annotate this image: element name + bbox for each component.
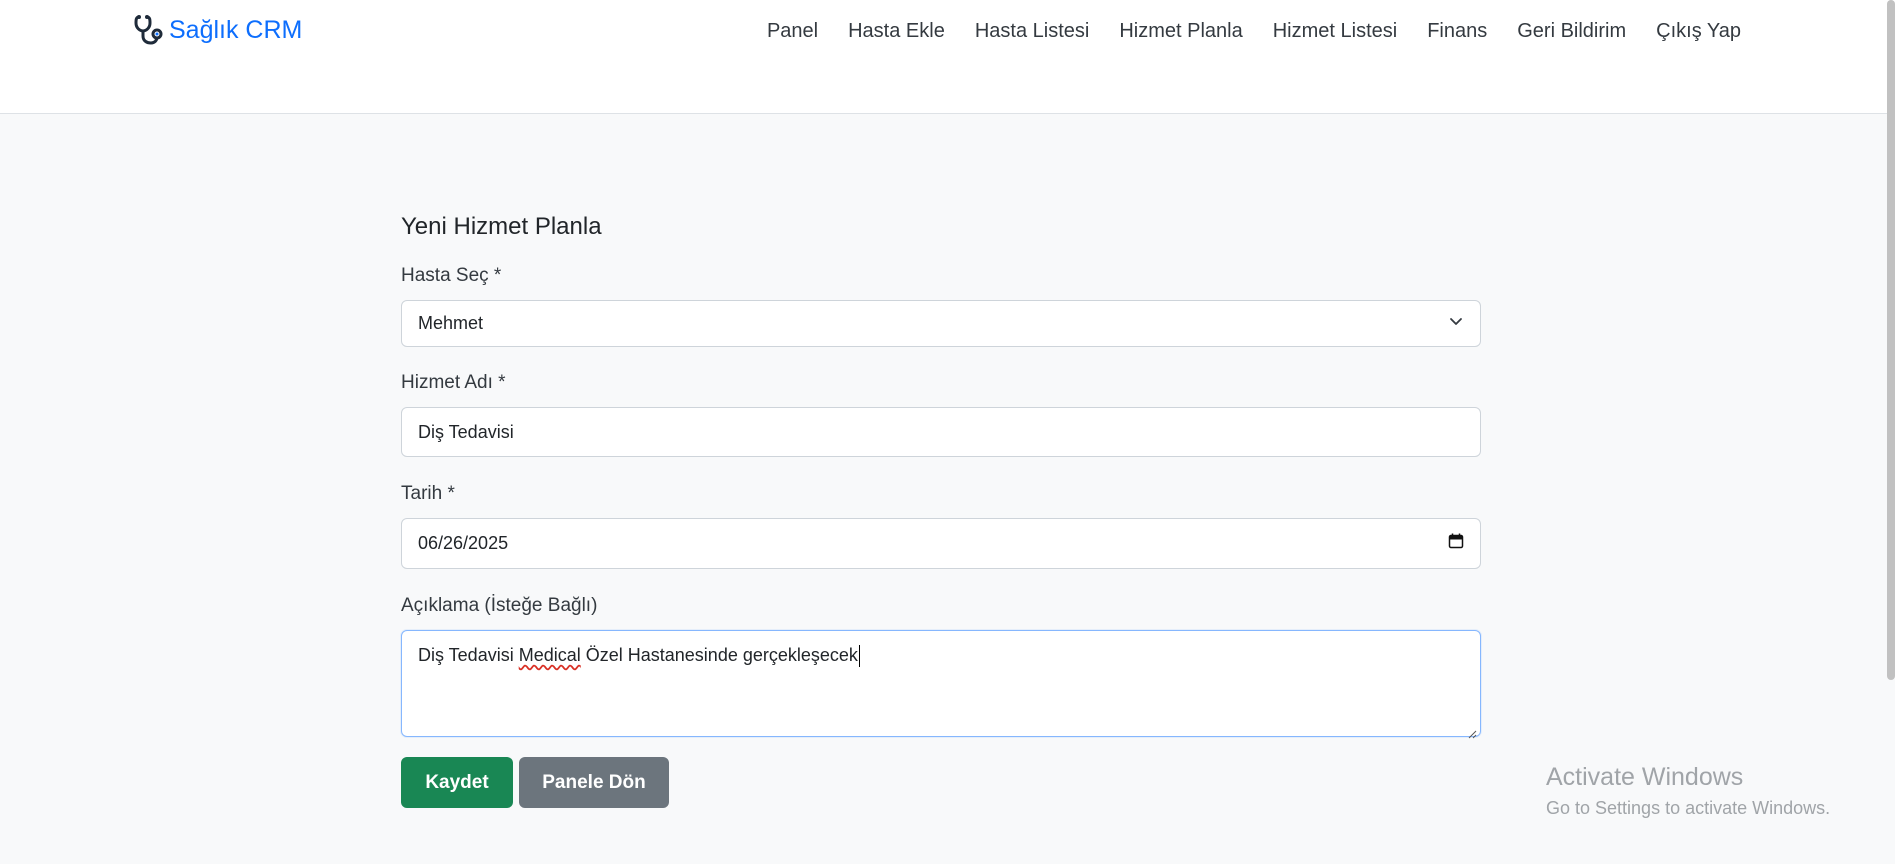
service-label: Hizmet Adı * <box>401 372 506 393</box>
description-label: Açıklama (İsteğe Bağlı) <box>401 595 598 616</box>
patient-select[interactable]: Mehmet <box>401 300 1481 347</box>
nav-link-hizmet-planla[interactable]: Hizmet Planla <box>1119 20 1242 43</box>
text-caret <box>858 645 860 668</box>
date-value: 06/26/2025 <box>418 533 509 553</box>
calendar-icon[interactable] <box>1448 533 1464 554</box>
watermark-subtitle: Go to Settings to activate Windows. <box>1546 798 1831 818</box>
top-navbar: Sağlık CRM Panel Hasta Ekle Hasta Listes… <box>0 0 1895 114</box>
service-plan-form: Yeni Hizmet Planla Hasta Seç * Mehmet Hi… <box>401 213 1481 808</box>
main-nav: Panel Hasta Ekle Hasta Listesi Hizmet Pl… <box>767 20 1741 43</box>
description-text: Diş Tedavisi Medical Özel Hastanesinde g… <box>418 645 860 668</box>
form-actions: Kaydet Panele Dön <box>401 757 1481 808</box>
watermark-title: Activate Windows <box>1546 763 1744 791</box>
nav-link-hizmet-listesi[interactable]: Hizmet Listesi <box>1273 20 1397 43</box>
date-field: Tarih * 06/26/2025 <box>401 483 1481 569</box>
brand-name: Sağlık CRM <box>169 15 303 44</box>
brand-link[interactable]: Sağlık CRM <box>133 14 302 46</box>
description-text-part: Diş Tedavisi <box>418 645 519 665</box>
date-input[interactable]: 06/26/2025 <box>401 518 1481 569</box>
nav-link-hasta-listesi[interactable]: Hasta Listesi <box>975 20 1090 43</box>
service-name-value: Diş Tedavisi <box>418 421 514 442</box>
misspelled-word: Medical <box>518 645 581 665</box>
service-field: Hizmet Adı * Diş Tedavisi <box>401 372 1481 457</box>
nav-link-panel[interactable]: Panel <box>767 20 818 43</box>
date-label: Tarih * <box>401 483 455 504</box>
patient-label: Hasta Seç * <box>401 265 502 286</box>
description-text-part: Özel Hastanesinde gerçekleşecek <box>580 645 858 665</box>
resize-handle-icon[interactable] <box>1467 723 1477 739</box>
patient-selected-value: Mehmet <box>418 313 484 333</box>
save-button[interactable]: Kaydet <box>401 757 513 808</box>
stethoscope-icon <box>133 14 163 46</box>
nav-link-cikis-yap[interactable]: Çıkış Yap <box>1656 20 1741 43</box>
description-textarea[interactable]: Diş Tedavisi Medical Özel Hastanesinde g… <box>401 630 1481 739</box>
description-field: Açıklama (İsteğe Bağlı) Diş Tedavisi Med… <box>401 595 1481 739</box>
activation-watermark: Activate Windows Go to Settings to activ… <box>1546 763 1830 819</box>
vertical-scrollbar[interactable] <box>1887 0 1895 680</box>
nav-link-geri-bildirim[interactable]: Geri Bildirim <box>1517 20 1626 43</box>
chevron-down-icon <box>1448 313 1464 334</box>
service-name-input[interactable]: Diş Tedavisi <box>401 407 1481 457</box>
page-title: Yeni Hizmet Planla <box>401 213 602 240</box>
nav-link-finans[interactable]: Finans <box>1427 20 1487 43</box>
patient-field: Hasta Seç * Mehmet <box>401 265 1481 347</box>
nav-link-hasta-ekle[interactable]: Hasta Ekle <box>848 20 945 43</box>
back-to-panel-button[interactable]: Panele Dön <box>519 757 669 808</box>
